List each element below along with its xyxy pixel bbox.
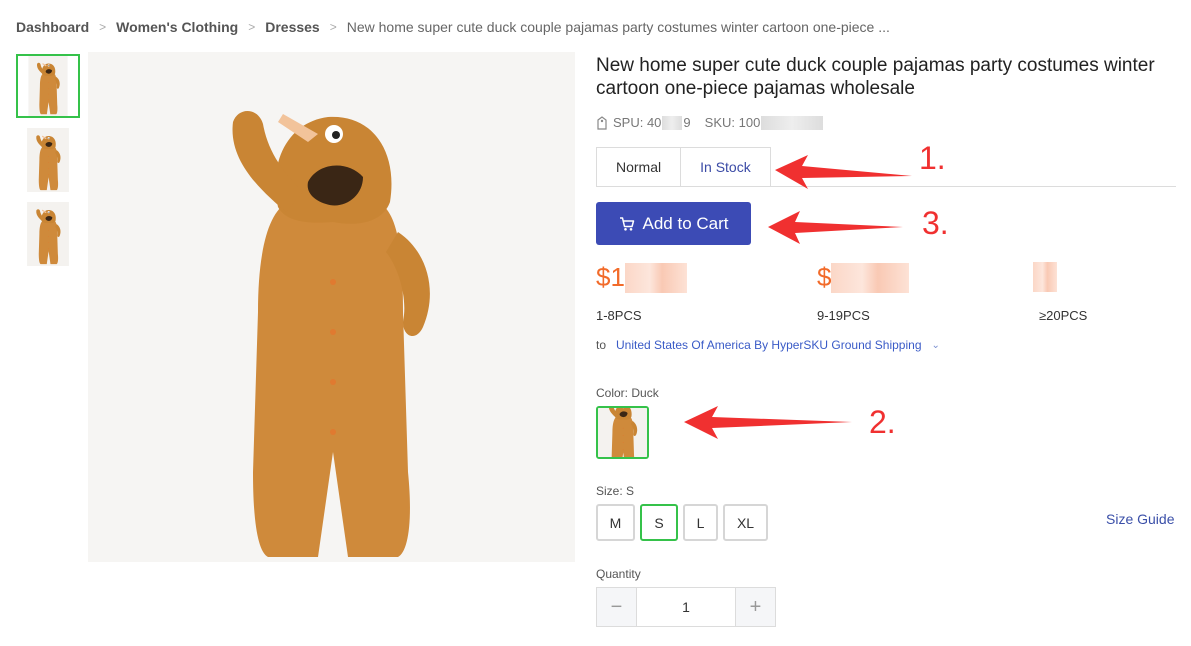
size-option-xl[interactable]: XL — [723, 504, 768, 541]
quantity-label: Quantity — [596, 567, 641, 581]
price-tier-1-range: 1-8PCS — [596, 308, 642, 323]
size-guide-link[interactable]: Size Guide — [1106, 511, 1174, 527]
tab-normal[interactable]: Normal — [596, 147, 682, 187]
arrow-icon — [768, 211, 903, 244]
stock-tabs: Normal In Stock — [596, 147, 771, 187]
annotation-3: 3. — [922, 205, 949, 241]
arrow-icon — [684, 406, 852, 439]
breadcrumb-dashboard[interactable]: Dashboard — [16, 19, 89, 35]
duck-costume-image — [88, 52, 575, 562]
add-to-cart-label: Add to Cart — [642, 213, 729, 233]
add-to-cart-button[interactable]: Add to Cart — [596, 202, 751, 245]
tab-divider — [596, 186, 1176, 187]
arrow-icon — [775, 155, 912, 189]
spu-label: SPU: 40 — [613, 115, 662, 130]
price-tier-3 — [1033, 262, 1057, 292]
breadcrumb-dresses[interactable]: Dresses — [265, 19, 320, 35]
duck-costume-image — [28, 56, 68, 116]
spu-tail: 9 — [683, 115, 691, 130]
product-ids: SPU: 40 9 SKU: 100 — [596, 115, 824, 130]
product-title: New home super cute duck couple pajamas … — [596, 55, 1155, 99]
size-value: S — [626, 484, 635, 498]
cart-icon — [619, 216, 634, 231]
product-main-image[interactable] — [88, 52, 575, 562]
size-option-m[interactable]: M — [596, 504, 635, 541]
price-tier-2-range: 9-19PCS — [817, 308, 870, 323]
redacted-price — [1033, 262, 1057, 292]
color-option-duck[interactable] — [596, 406, 649, 459]
shipping-method-link[interactable]: United States Of America By HyperSKU Gro… — [616, 338, 921, 352]
breadcrumb: Dashboard > Women's Clothing > Dresses >… — [16, 17, 890, 37]
tab-in-stock[interactable]: In Stock — [681, 147, 771, 187]
quantity-input[interactable] — [636, 588, 736, 626]
price-tier-2: $ — [817, 262, 910, 293]
breadcrumb-womens-clothing[interactable]: Women's Clothing — [116, 19, 238, 35]
size-option-s[interactable]: S — [640, 504, 678, 541]
product-thumbnail-1[interactable] — [16, 54, 80, 118]
price-value: $ — [817, 262, 832, 292]
redacted-price — [831, 262, 910, 293]
minus-icon[interactable]: − — [597, 588, 636, 626]
redacted-price — [624, 262, 687, 293]
product-thumbnail-3[interactable] — [16, 202, 80, 266]
breadcrumb-current: New home super cute duck couple pajamas … — [346, 19, 890, 35]
annotation-1: 1. — [919, 140, 946, 176]
shipping-to-label: to — [596, 338, 607, 352]
chevron-right-icon: > — [99, 20, 107, 34]
duck-costume-image — [27, 202, 69, 266]
chevron-right-icon: > — [329, 20, 337, 34]
chevron-down-icon[interactable]: ⌄ — [932, 340, 940, 351]
price-tier-1: $1 — [596, 262, 687, 293]
color-label-row: Color: Duck — [596, 386, 659, 400]
redacted-block — [662, 115, 683, 130]
size-label: Size: — [596, 484, 623, 498]
price-value: $1 — [596, 262, 625, 292]
quantity-stepper: − + — [596, 587, 776, 627]
redacted-block — [761, 115, 824, 130]
tag-icon — [597, 115, 607, 130]
product-thumbnail-2[interactable] — [16, 128, 80, 192]
color-label: Color: — [596, 386, 629, 400]
plus-icon[interactable]: + — [736, 588, 775, 626]
duck-costume-image — [27, 128, 69, 192]
size-option-l[interactable]: L — [683, 504, 718, 541]
shipping-selector: to United States Of America By HyperSKU … — [596, 338, 940, 352]
annotation-2: 2. — [869, 404, 896, 440]
color-value: Duck — [631, 386, 659, 400]
duck-costume-image — [598, 408, 647, 457]
sku-label: SKU: 100 — [704, 115, 761, 130]
size-label-row: Size: S — [596, 484, 634, 498]
price-tier-3-range: ≥20PCS — [1039, 308, 1088, 323]
chevron-right-icon: > — [248, 20, 256, 34]
